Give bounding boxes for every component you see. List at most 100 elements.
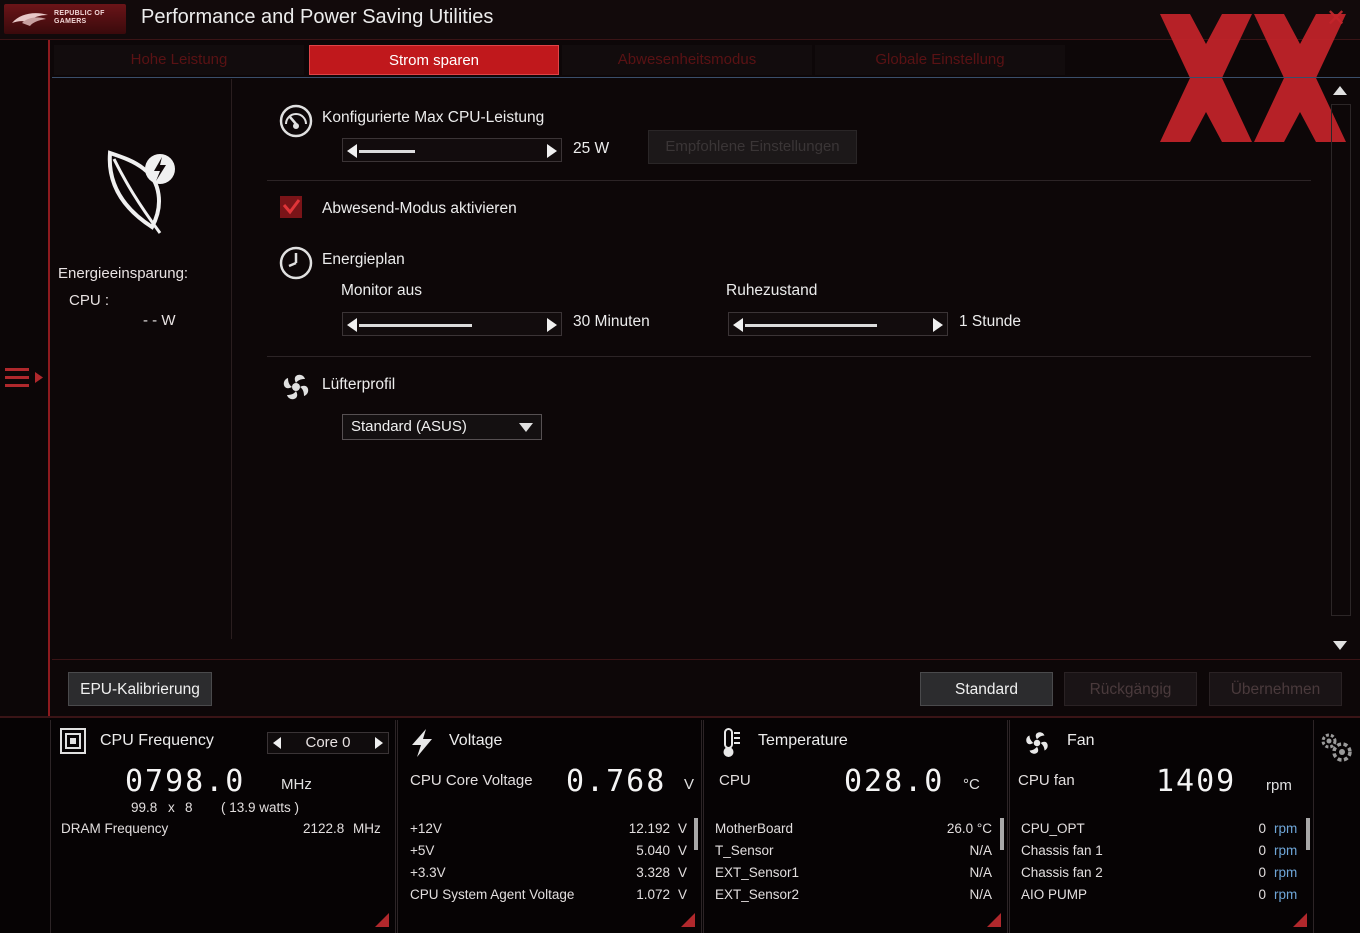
voltage-row-value: 1.072 (636, 887, 670, 902)
checkmark-icon (282, 199, 301, 215)
menu-expand-icon[interactable] (5, 366, 45, 394)
fan-row-label: CPU_OPT (1021, 821, 1085, 836)
fan-row-value: 0 (1258, 821, 1266, 836)
away-mode-checkbox[interactable] (280, 196, 302, 218)
tab-away-mode[interactable]: Abwesenheitsmodus (562, 45, 812, 75)
multiplier-x: x (168, 800, 175, 815)
divider (267, 356, 1311, 357)
sleep-label: Ruhezustand (726, 282, 818, 299)
lightning-icon (412, 729, 432, 757)
max-cpu-label: Konfigurierte Max CPU-Leistung (322, 109, 545, 126)
voltage-panel: Voltage CPU Core Voltage 0.768 V +12V 12… (397, 720, 702, 933)
temp-row-label: EXT_Sensor1 (715, 865, 800, 880)
temp-row-label: MotherBoard (715, 821, 794, 836)
voltage-row-unit: V (678, 843, 688, 858)
temperature-panel: Temperature CPU 028.0 °C MotherBoard 26.… (703, 720, 1008, 933)
fan-icon (1026, 732, 1048, 754)
temp-row-value: N/A (969, 865, 992, 880)
scroll-up-icon[interactable] (1333, 86, 1347, 95)
sleep-value: 1 Stunde (959, 313, 1022, 330)
slider-right-arrow-icon[interactable] (547, 144, 557, 158)
cpu-temp-unit: °C (963, 776, 980, 793)
fan-profile-value: Standard (ASUS) (351, 418, 467, 435)
fan-profile-label: Lüfterprofil (322, 376, 396, 393)
scroll-track[interactable] (1331, 104, 1351, 616)
cpu-frequency-value: 0798.0 (125, 764, 246, 799)
monitor-off-value: 30 Minuten (573, 313, 650, 330)
fan-row-unit: rpm (1274, 865, 1298, 880)
power-plan-label: Energieplan (322, 251, 405, 268)
cpu-fan-unit: rpm (1266, 777, 1292, 794)
expand-corner-icon[interactable] (987, 913, 1001, 927)
fan-row-unit: rpm (1274, 821, 1298, 836)
core-select[interactable]: Core 0 (267, 732, 389, 754)
temp-row-label: T_Sensor (715, 843, 774, 858)
expand-corner-icon[interactable] (375, 913, 389, 927)
gear-icon[interactable] (1318, 730, 1354, 764)
max-cpu-slider[interactable] (342, 138, 562, 162)
window-title: Performance and Power Saving Utilities (141, 6, 494, 28)
temperature-title: Temperature (758, 732, 848, 749)
cpu-frequency-unit: MHz (281, 776, 312, 793)
monitor-off-slider[interactable] (342, 312, 562, 336)
expand-corner-icon[interactable] (681, 913, 695, 927)
cpu-chip-icon (60, 728, 86, 754)
list-scrollbar[interactable] (694, 818, 698, 850)
bus-speed: 99.8 (131, 800, 158, 815)
core-next-icon[interactable] (375, 737, 383, 749)
standard-button[interactable]: Standard (920, 672, 1053, 706)
tab-global-settings[interactable]: Globale Einstellung (815, 45, 1065, 75)
voltage-row-value: 3.328 (636, 865, 670, 880)
voltage-row-unit: V (678, 865, 688, 880)
cpu-core-voltage-unit: V (684, 776, 695, 793)
energy-saving-label: Energieeinsparung: (58, 265, 189, 282)
fan-row-value: 0 (1258, 843, 1266, 858)
voltage-row-value: 5.040 (636, 843, 670, 858)
undo-button[interactable]: Rückgängig (1064, 672, 1197, 706)
fan-profile-dropdown[interactable]: Standard (ASUS) (342, 414, 542, 440)
action-bar: EPU-Kalibrierung Standard Rückgängig Übe… (52, 659, 1360, 716)
voltage-row-label: +3.3V (410, 865, 446, 880)
fan-row-value: 0 (1258, 865, 1266, 880)
slider-left-arrow-icon[interactable] (347, 144, 357, 158)
list-scrollbar[interactable] (1000, 818, 1004, 850)
cpu-temp-label: CPU (719, 772, 751, 789)
apply-button[interactable]: Übernehmen (1209, 672, 1342, 706)
slider-left-arrow-icon[interactable] (733, 318, 743, 332)
slider-left-arrow-icon[interactable] (347, 318, 357, 332)
temp-row-value: 26.0 °C (946, 821, 992, 836)
slider-right-arrow-icon[interactable] (547, 318, 557, 332)
rog-logo-icon (12, 13, 48, 26)
hardware-monitor: CPU Frequency Core 0 0798.0 MHz 99.8 x 8… (0, 716, 1360, 933)
expand-corner-icon[interactable] (1293, 913, 1307, 927)
left-rail (0, 40, 50, 716)
cpu-core-voltage-label: CPU Core Voltage (410, 772, 533, 789)
energy-info: Energieeinsparung: CPU : - - W (52, 79, 232, 639)
brand-text: REPUBLIC OF GAMERS (54, 10, 105, 26)
list-scrollbar[interactable] (1306, 818, 1310, 850)
brand-line1: REPUBLIC OF (54, 10, 105, 17)
tab-power-saving[interactable]: Strom sparen (309, 45, 559, 75)
sleep-slider[interactable] (728, 312, 948, 336)
monitor-off-slider-fill (359, 324, 472, 327)
voltage-row-label: +5V (410, 843, 435, 858)
slider-right-arrow-icon[interactable] (933, 318, 943, 332)
dram-frequency-value: 2122.8 (303, 821, 345, 836)
voltage-row-label: CPU System Agent Voltage (410, 887, 575, 902)
main-panel: Energieeinsparung: CPU : - - W Konfiguri… (52, 79, 1360, 659)
recommended-settings-button[interactable]: Empfohlene Einstellungen (648, 130, 857, 164)
dram-frequency-unit: MHz (353, 821, 381, 836)
max-cpu-slider-fill (359, 150, 415, 153)
speedometer-icon (279, 104, 313, 138)
tab-high-performance[interactable]: Hohe Leistung (54, 45, 304, 75)
scrollbar[interactable] (1328, 80, 1354, 656)
voltage-row-unit: V (678, 887, 688, 902)
epu-calibration-button[interactable]: EPU-Kalibrierung (68, 672, 212, 706)
voltage-row-value: 12.192 (628, 821, 670, 836)
core-prev-icon[interactable] (273, 737, 281, 749)
scroll-down-icon[interactable] (1333, 641, 1347, 650)
fan-row-label: Chassis fan 1 (1021, 843, 1103, 858)
fan-row-unit: rpm (1274, 843, 1298, 858)
max-cpu-value: 25 W (573, 140, 610, 157)
title-bar: REPUBLIC OF GAMERS Performance and Power… (0, 0, 1360, 40)
